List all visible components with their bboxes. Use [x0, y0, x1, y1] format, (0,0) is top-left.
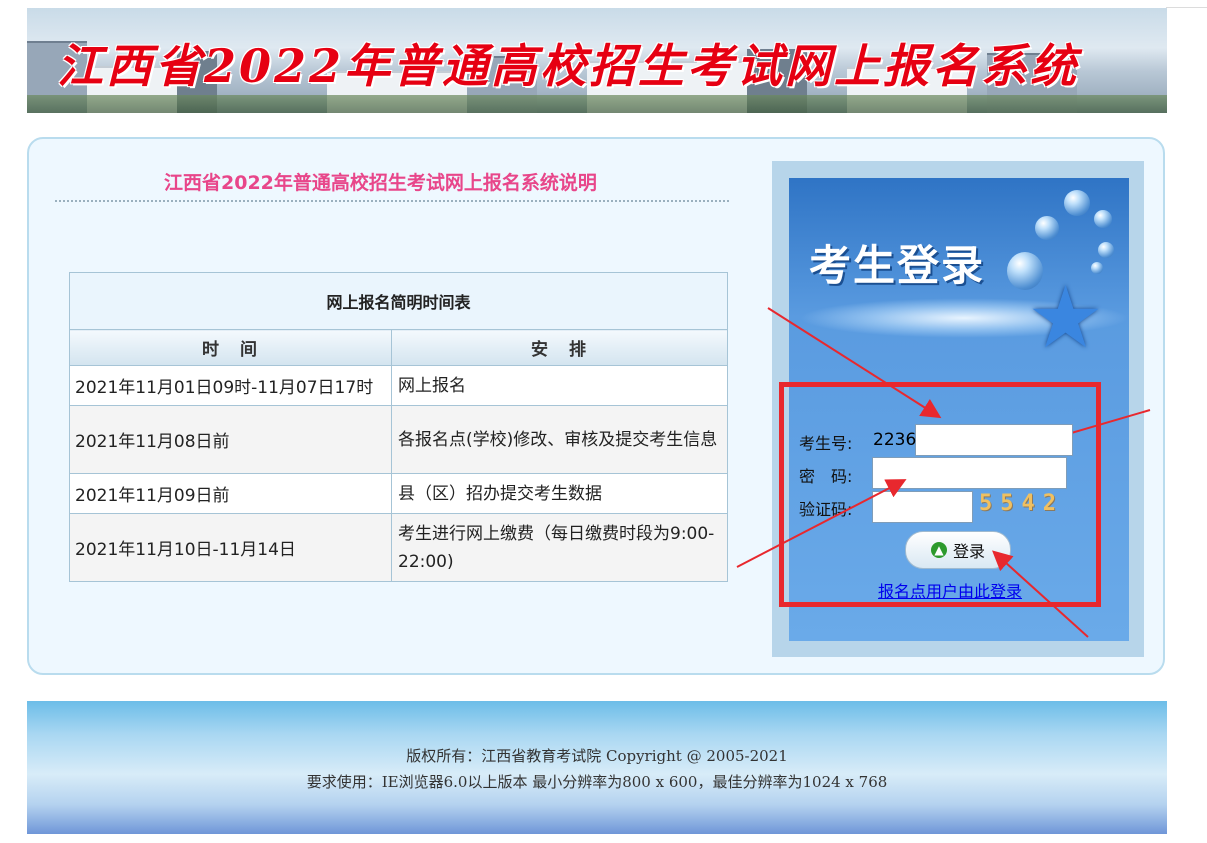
- banner-title: 江西省2022年普通高校招生考试网上报名系统: [57, 39, 1080, 93]
- requirements-text: 要求使用：IE浏览器6.0以上版本 最小分辨率为800 x 600，最佳分辨率为…: [306, 773, 888, 791]
- bubble-icon: [1035, 216, 1059, 240]
- schedule-caption: 网上报名简明时间表: [69, 272, 728, 330]
- row-time: 2021年11月10日-11月14日: [69, 513, 392, 582]
- main-panel: 江西省2022年普通高校招生考试网上报名系统说明 网上报名简明时间表 时 间 安…: [27, 137, 1165, 675]
- table-row: 2021年11月01日09时-11月07日17时 网上报名: [69, 365, 728, 406]
- bubble-icon: [1064, 190, 1090, 216]
- info-title: 江西省2022年普通高校招生考试网上报名系统说明: [164, 172, 597, 194]
- login-panel: 考生登录 ★ 考生号: 密 码: 验证码: 5542 ▲ 登录 报名点用户由此登…: [772, 161, 1144, 657]
- examinee-number-input[interactable]: [871, 424, 1072, 456]
- login-title: 考生登录: [809, 241, 986, 290]
- banner-trees: [27, 95, 1167, 113]
- row-task: 网上报名: [391, 365, 728, 406]
- row-task: 考生进行网上缴费（每日缴费时段为9:00-22:00): [391, 513, 728, 582]
- header-time: 时 间: [69, 329, 392, 366]
- table-row: 2021年11月09日前 县（区）招办提交考生数据: [69, 473, 728, 514]
- password-input[interactable]: [872, 457, 1067, 489]
- login-inner: 考生登录 ★ 考生号: 密 码: 验证码: 5542 ▲ 登录 报名点用户由此登…: [789, 178, 1129, 641]
- bubble-icon: [1098, 242, 1114, 258]
- up-arrow-icon: ▲: [930, 542, 947, 558]
- row-time: 2021年11月09日前: [69, 473, 392, 514]
- footer: 版权所有：江西省教育考试院 Copyright @ 2005-2021 要求使用…: [27, 701, 1167, 834]
- copyright-text: 版权所有：江西省教育考试院 Copyright @ 2005-2021: [406, 747, 788, 765]
- login-button[interactable]: ▲ 登录: [905, 531, 1011, 569]
- password-label: 密 码:: [799, 467, 853, 486]
- star-icon: ★: [1027, 268, 1105, 368]
- row-time: 2021年11月01日09时-11月07日17时: [69, 365, 392, 406]
- captcha-image[interactable]: 5542: [979, 491, 1064, 516]
- table-row: 2021年11月10日-11月14日 考生进行网上缴费（每日缴费时段为9:00-…: [69, 513, 728, 582]
- row-task: 各报名点(学校)修改、审核及提交考生信息: [391, 405, 728, 474]
- schedule-table: 网上报名简明时间表 时 间 安 排 2021年11月01日09时-11月07日1…: [69, 272, 728, 582]
- table-row: 2021年11月08日前 各报名点(学校)修改、审核及提交考生信息: [69, 405, 728, 474]
- header-banner: 江西省2022年普通高校招生考试网上报名系统: [27, 8, 1167, 113]
- bubble-icon: [1094, 210, 1112, 228]
- top-divider: [1166, 7, 1207, 8]
- captcha-label: 验证码:: [799, 500, 853, 519]
- captcha-input[interactable]: [872, 491, 973, 523]
- login-button-label: 登录: [952, 542, 985, 561]
- title-divider: [55, 200, 729, 202]
- row-time: 2021年11月08日前: [69, 405, 392, 474]
- header-arrangement: 安 排: [391, 329, 728, 366]
- site-user-login-link[interactable]: 报名点用户由此登录: [878, 578, 1022, 602]
- examinee-label: 考生号:: [799, 434, 853, 453]
- row-task: 县（区）招办提交考生数据: [391, 473, 728, 514]
